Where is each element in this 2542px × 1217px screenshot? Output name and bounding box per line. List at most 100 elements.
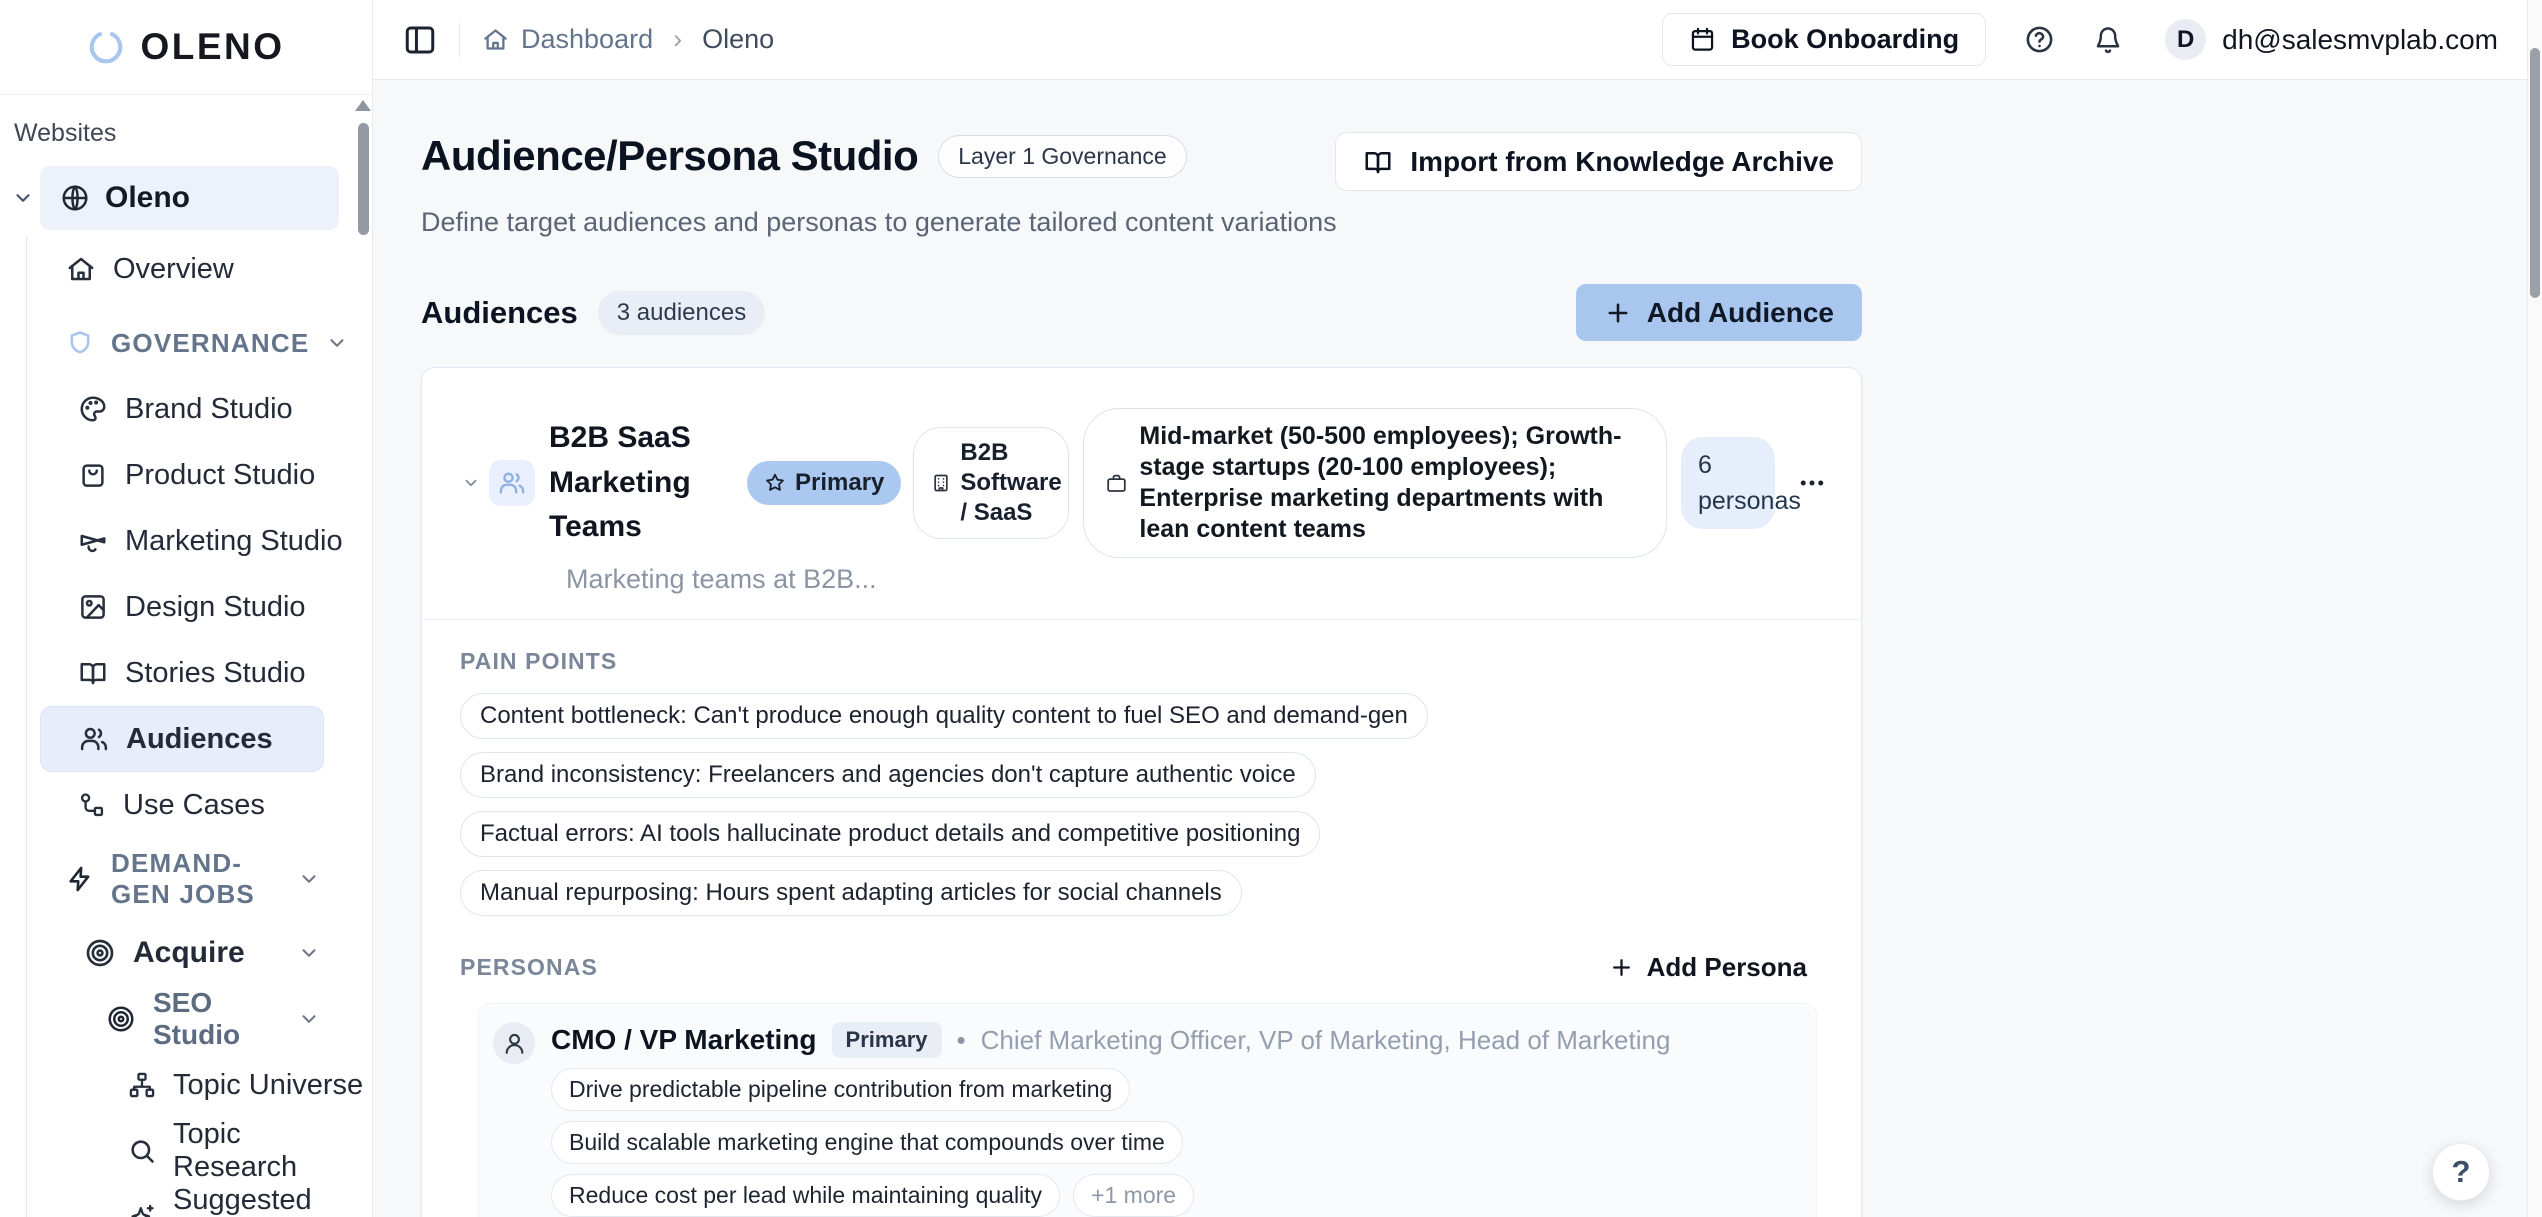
breadcrumb: Dashboard › Oleno (482, 24, 774, 55)
sidebar-item-label: SEO Studio (153, 987, 281, 1051)
import-button-label: Import from Knowledge Archive (1410, 146, 1834, 178)
goal-chip: Drive predictable pipeline contribution … (551, 1068, 1130, 1111)
sidebar-item-overview[interactable]: Overview (0, 236, 372, 302)
sidebar-tree: Overview GOVERNANCE Brand Studio (0, 236, 372, 1217)
persona-primary-badge: Primary (832, 1022, 942, 1058)
sidebar-item-label: Overview (113, 253, 234, 286)
shopping-bag-icon (78, 460, 108, 490)
home-icon (66, 254, 96, 284)
megaphone-icon (78, 526, 108, 556)
sidebar-site-oleno[interactable]: Oleno (40, 166, 339, 230)
palette-icon (78, 394, 108, 424)
sidebar-item-seo-studio[interactable]: SEO Studio (0, 986, 372, 1052)
industry-label: B2B Software / SaaS (960, 438, 1061, 528)
sidebar-item-marketing-studio[interactable]: Marketing Studio (0, 508, 372, 574)
target-icon (106, 1004, 136, 1034)
sidebar-item-product-studio[interactable]: Product Studio (0, 442, 372, 508)
personas-label: PERSONAS (460, 954, 598, 981)
sitemap-icon (128, 1071, 156, 1099)
book-open-icon (1363, 147, 1393, 177)
sidebar-item-brand-studio[interactable]: Brand Studio (0, 376, 372, 442)
pain-points-label: PAIN POINTS (460, 648, 1823, 675)
calendar-icon (1689, 26, 1716, 53)
bell-icon[interactable] (2093, 25, 2123, 55)
pain-point-chip: Content bottleneck: Can't produce enough… (460, 693, 1428, 739)
globe-icon (60, 183, 90, 213)
sparkles-icon (128, 1203, 156, 1217)
sidebar-item-label: Topic Research (173, 1118, 372, 1184)
help-fab-button[interactable]: ? (2432, 1143, 2490, 1201)
more-options-icon[interactable] (1797, 468, 1827, 498)
target-icon (84, 937, 116, 969)
sidebar-item-acquire[interactable]: Acquire (0, 920, 372, 986)
sidebar-item-label: Design Studio (125, 591, 306, 624)
import-knowledge-archive-button[interactable]: Import from Knowledge Archive (1335, 132, 1862, 191)
pain-points-list: Content bottleneck: Can't produce enough… (460, 693, 1823, 916)
sidebar-item-use-cases[interactable]: Use Cases (0, 772, 372, 838)
sidebar-section-demand-gen-jobs[interactable]: DEMAND-GEN JOBS (0, 846, 372, 912)
scrollbar-thumb[interactable] (358, 123, 369, 235)
book-onboarding-label: Book Onboarding (1731, 24, 1959, 55)
add-persona-button[interactable]: Add Persona (1609, 952, 1807, 983)
sidebar-item-topic-research[interactable]: Topic Research (0, 1118, 372, 1184)
home-icon[interactable] (482, 26, 509, 53)
brand-logo-text: OLENO (140, 26, 284, 68)
audiences-count-badge: 3 audiences (598, 291, 765, 335)
sidebar-item-label: Use Cases (123, 789, 265, 822)
audiences-heading: Audiences (421, 295, 578, 331)
persona-titles: Chief Marketing Officer, VP of Marketing… (981, 1025, 1671, 1056)
sidebar-item-label: Suggested Posts (173, 1184, 372, 1217)
chevron-down-icon (298, 1008, 320, 1030)
audience-name: B2B SaaS Marketing Teams (549, 416, 731, 549)
shield-icon (66, 329, 94, 357)
breadcrumb-current[interactable]: Oleno (702, 24, 774, 55)
sidebar-item-topic-universe[interactable]: Topic Universe (0, 1052, 372, 1118)
help-icon[interactable] (2024, 24, 2055, 55)
image-icon (78, 592, 108, 622)
sidebar-item-design-studio[interactable]: Design Studio (0, 574, 372, 640)
user-avatar[interactable]: D (2165, 19, 2206, 60)
sidebar-nav: Websites Oleno Overview (0, 95, 372, 1217)
page-scrollbar[interactable] (2527, 0, 2542, 1217)
audience-description: Marketing teams at B2B... (566, 564, 1827, 595)
sidebar: OLENO Websites Oleno (0, 0, 373, 1217)
user-email[interactable]: dh@salesmvplab.com (2222, 24, 2498, 56)
sidebar-item-suggested-posts[interactable]: Suggested Posts (0, 1184, 372, 1217)
breadcrumb-root[interactable]: Dashboard (521, 24, 653, 55)
book-onboarding-button[interactable]: Book Onboarding (1662, 13, 1986, 66)
audience-card: B2B SaaS Marketing Teams Primary (421, 367, 1862, 1217)
add-persona-label: Add Persona (1647, 952, 1807, 983)
sidebar-item-stories-studio[interactable]: Stories Studio (0, 640, 372, 706)
search-icon (128, 1137, 156, 1165)
sidebar-section-label: GOVERNANCE (111, 328, 309, 359)
site-label: Oleno (105, 181, 190, 215)
sidebar-toggle-icon[interactable] (403, 23, 437, 57)
star-icon (764, 472, 786, 494)
sidebar-section-governance[interactable]: GOVERNANCE (0, 310, 372, 376)
page-title: Audience/Persona Studio (421, 132, 918, 180)
persona-name: CMO / VP Marketing (551, 1024, 817, 1056)
sidebar-scrollbar[interactable] (355, 100, 371, 1217)
pain-point-chip: Manual repurposing: Hours spent adapting… (460, 870, 1242, 916)
book-open-icon (78, 658, 108, 688)
chevron-down-icon[interactable] (12, 187, 34, 209)
goal-chip: Reduce cost per lead while maintaining q… (551, 1174, 1060, 1217)
persona-list: CMO / VP Marketing Primary • Chief Marke… (478, 1003, 1817, 1217)
sidebar-logo: OLENO (0, 0, 372, 95)
scrollbar-up-arrow[interactable] (355, 100, 371, 111)
persona-row-cmo[interactable]: CMO / VP Marketing Primary • Chief Marke… (478, 1003, 1817, 1217)
more-goals-chip[interactable]: +1 more (1073, 1174, 1194, 1217)
collapse-chevron-icon[interactable] (462, 474, 480, 492)
governance-badge: Layer 1 Governance (938, 135, 1186, 178)
sidebar-item-audiences[interactable]: Audiences (40, 706, 324, 772)
brand-ring-icon (87, 28, 125, 66)
bullet-separator: • (957, 1025, 966, 1056)
briefcase-icon (1106, 473, 1127, 494)
page-subtitle: Define target audiences and personas to … (421, 207, 1862, 238)
sidebar-item-label: Brand Studio (125, 393, 293, 426)
sidebar-item-label: Topic Universe (173, 1069, 363, 1102)
add-audience-button[interactable]: Add Audience (1576, 284, 1862, 341)
page-scrollbar-thumb[interactable] (2530, 48, 2540, 298)
segment-label: Mid-market (50-500 employees); Growth-st… (1139, 421, 1644, 545)
websites-label: Websites (14, 119, 372, 148)
